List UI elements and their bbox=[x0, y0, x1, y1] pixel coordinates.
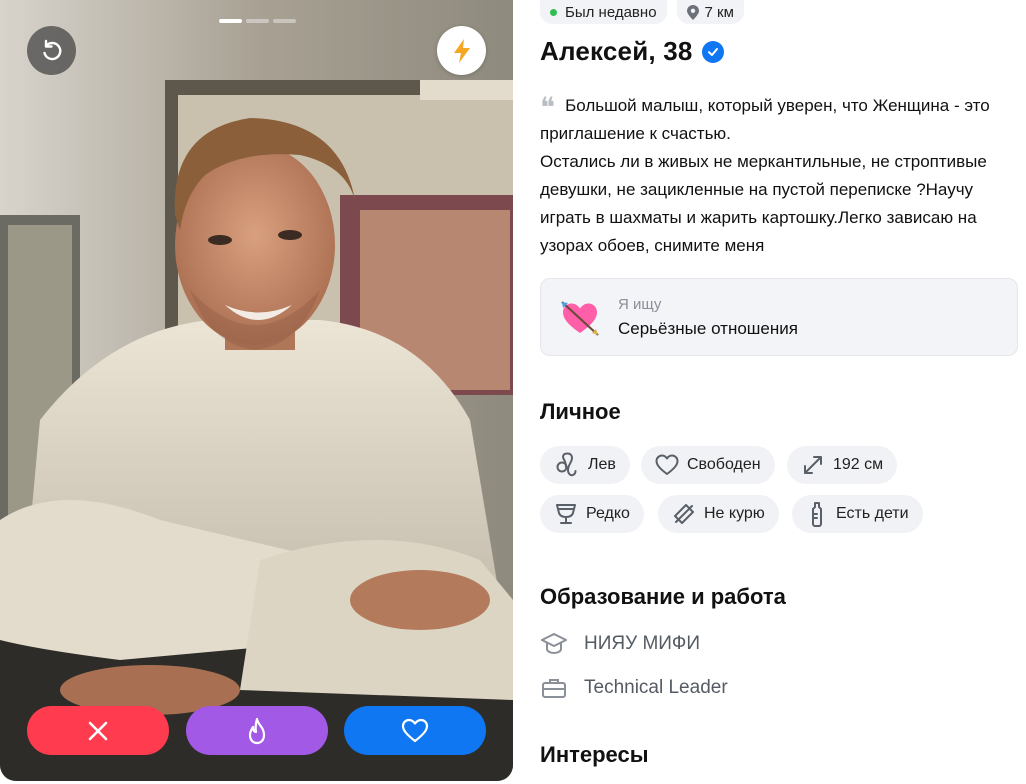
education-section-title: Образование и работа bbox=[540, 584, 786, 609]
chip-children: Есть дети bbox=[792, 495, 923, 533]
online-status-badge: Был недавно bbox=[540, 0, 667, 24]
chip-label: Есть дети bbox=[836, 505, 909, 522]
education-row: НИЯУ МИФИ bbox=[540, 632, 700, 656]
photo-progress-segment bbox=[273, 19, 296, 23]
profile-header: Алексей, 38 bbox=[540, 36, 724, 67]
baby-bottle-icon bbox=[806, 501, 828, 527]
education-school: НИЯУ МИФИ bbox=[584, 633, 701, 654]
verified-icon bbox=[701, 40, 724, 63]
superlike-button[interactable] bbox=[186, 706, 328, 755]
distance-badge: 7 км bbox=[676, 0, 744, 24]
lightning-icon bbox=[453, 38, 470, 63]
chip-label: Свободен bbox=[687, 456, 761, 473]
glass-icon bbox=[554, 502, 578, 526]
distance-text: 7 км bbox=[704, 3, 734, 21]
personal-section-title: Личное bbox=[540, 399, 621, 424]
chip-label: Редко bbox=[586, 505, 630, 522]
undo-icon bbox=[42, 39, 61, 60]
no-smoking-icon bbox=[672, 502, 696, 526]
briefcase-icon bbox=[540, 676, 570, 700]
online-status-text: Был недавно bbox=[565, 3, 657, 21]
online-dot-icon bbox=[550, 8, 557, 16]
interests-section-title: Интересы bbox=[540, 742, 649, 767]
heart-icon bbox=[401, 718, 429, 742]
quote-icon: ❝ bbox=[540, 91, 555, 124]
chip-label: Лев bbox=[588, 456, 616, 473]
chip-alcohol: Редко bbox=[540, 495, 644, 533]
like-button[interactable] bbox=[344, 706, 486, 755]
chip-smoking: Не курю bbox=[658, 495, 779, 533]
height-icon bbox=[801, 453, 825, 477]
chip-label: 192 см bbox=[833, 456, 884, 473]
photo-progress-segment bbox=[246, 19, 269, 23]
chip-label: Не курю bbox=[704, 505, 765, 522]
seeking-label: Я ищу bbox=[618, 296, 662, 313]
profile-bio: ❝ Большой малыш, который уверен, что Женщ… bbox=[540, 92, 1020, 260]
boost-button[interactable] bbox=[437, 26, 486, 75]
job-row: Technical Leader bbox=[540, 676, 728, 700]
bio-line: Большой малыш, который уверен, что Женщи… bbox=[540, 96, 990, 143]
profile-name: Алексей, 38 bbox=[540, 36, 693, 66]
bio-line: Остались ли в живых не меркантильные, не… bbox=[540, 152, 987, 255]
heart-arrow-icon bbox=[559, 297, 601, 344]
dislike-button[interactable] bbox=[27, 706, 169, 755]
chip-height: 192 см bbox=[787, 446, 898, 484]
location-pin-icon bbox=[686, 4, 699, 20]
job-title: Technical Leader bbox=[584, 677, 728, 698]
seeking-card: Я ищу Серьёзные отношения bbox=[540, 278, 1018, 356]
chip-relationship: Свободен bbox=[641, 446, 775, 484]
chip-zodiac: Лев bbox=[540, 446, 630, 484]
profile-photo[interactable] bbox=[0, 0, 513, 781]
close-icon bbox=[88, 721, 108, 740]
seeking-value: Серьёзные отношения bbox=[618, 319, 798, 338]
status-chips: Был недавно 7 км bbox=[540, 0, 744, 24]
heart-outline-icon bbox=[655, 454, 679, 476]
leo-icon bbox=[554, 452, 580, 478]
graduation-cap-icon bbox=[540, 632, 570, 656]
photo-progress bbox=[219, 19, 296, 23]
profile-photo-image bbox=[0, 0, 513, 781]
undo-button[interactable] bbox=[27, 26, 76, 75]
flame-icon bbox=[248, 717, 266, 744]
photo-progress-segment bbox=[219, 19, 242, 23]
